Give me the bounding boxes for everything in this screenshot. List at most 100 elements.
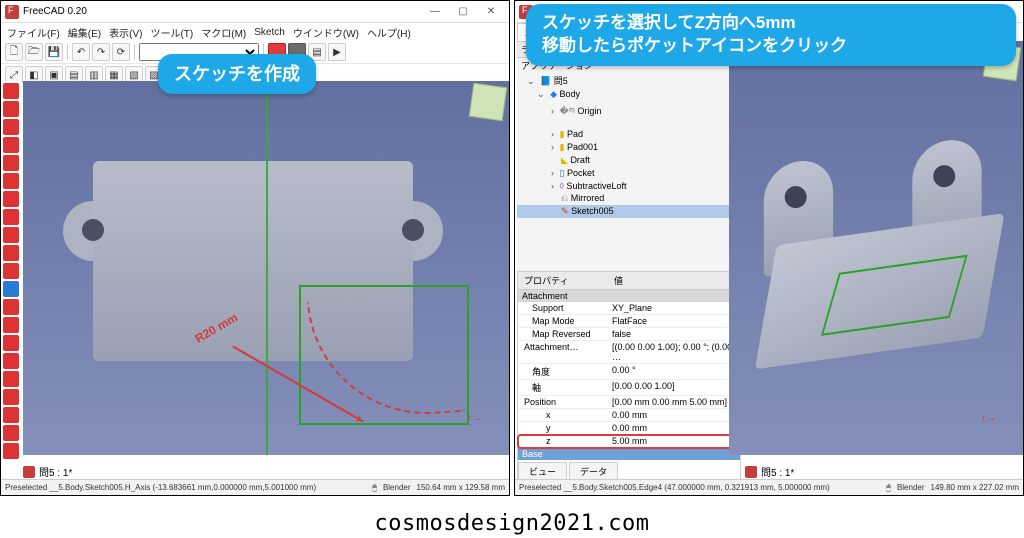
tree-item-pad001[interactable]: ▮ Pad001 [517,141,740,154]
prop-row-y[interactable]: y0.00 mm [518,422,740,435]
annotation-text: スケッチを選択してZ方向へ5mm 移動したらポケットアイコンをクリック [542,13,847,55]
slot-tool-icon[interactable] [3,191,19,207]
undo-button[interactable]: ↶ [72,43,90,61]
polyline-tool-icon[interactable] [3,173,19,189]
tree-item-pocket[interactable]: ▯ Pocket [517,167,740,180]
tree-item-label: SubtractiveLoft [566,181,626,191]
property-group-attachment: Attachment [518,290,740,302]
extend-tool-icon[interactable] [3,245,19,261]
property-panel: プロパティ 値 Attachment SupportXY_Plane Map M… [517,271,741,481]
sketch-tools-strip [2,81,22,471]
property-header-value: 値 [608,272,629,289]
refresh-button[interactable]: ⟳ [112,43,130,61]
menu-tools[interactable]: ツール(T) [150,25,193,40]
tree-item-label: Origin [577,106,601,116]
statusbar: Preselected __5.Body.Sketch005.H_Axis (-… [1,479,509,495]
menu-view[interactable]: 表示(V) [109,25,142,40]
prop-row-position[interactable]: Position[0.00 mm 0.00 mm 5.00 mm] [518,396,740,409]
tree-item-subloft[interactable]: ◊ SubtractiveLoft [517,180,740,192]
3d-viewport[interactable]: R20 mm [23,81,509,455]
menu-file[interactable]: ファイル(F) [7,25,60,40]
maximize-button[interactable] [449,3,477,21]
save-button[interactable]: 💾 [45,43,63,61]
doc-tab-icon [745,466,757,478]
3d-viewport-iso[interactable] [729,41,1023,455]
prop-tab-view[interactable]: ビュー [518,462,567,480]
constraint-parallel-icon[interactable] [3,371,19,387]
construction-toggle-icon[interactable] [3,281,19,297]
constraint-vertical-icon[interactable] [3,335,19,351]
status-preselect: Preselected __5.Body.Sketch005.H_Axis (-… [5,483,316,492]
doc-tab-label[interactable]: 問5 : 1* [39,464,72,479]
tree-item-label: Mirrored [571,193,605,203]
tree-item-label: Pocket [567,168,595,178]
constraint-horizontal-icon[interactable] [3,353,19,369]
redo-button[interactable]: ↷ [92,43,110,61]
mouse-style-icon[interactable]: 🖱 [886,483,891,493]
tree-item-sketch005[interactable]: ✎ Sketch005 [517,205,740,218]
status-size: 150.64 mm x 129.58 mm [417,483,505,492]
property-header: プロパティ 値 [518,272,740,290]
separator [67,44,68,60]
menu-window[interactable]: ウインドウ(W) [293,25,359,40]
mouse-style-icon[interactable]: 🖱 [372,483,377,493]
prop-row-axis[interactable]: 軸[0.00 0.00 1.00] [518,380,740,396]
constraint-equal-icon[interactable] [3,425,19,441]
tree-item-pad[interactable]: ▮ Pad [517,128,740,141]
navigation-cube[interactable] [469,83,507,121]
constraint-symmetric-icon[interactable] [3,443,19,459]
document-tabs: 問5 : 1* [23,464,72,479]
constraint-tangent-icon[interactable] [3,407,19,423]
tree-document[interactable]: 📘 問5 [517,73,740,88]
status-preselect: Preselected __5.Body.Sketch005.Edge4 (47… [519,483,830,492]
prop-tab-data[interactable]: データ [569,462,618,480]
menu-macro[interactable]: マクロ(M) [201,25,246,40]
minimize-button[interactable] [421,3,449,21]
prop-row-x[interactable]: x0.00 mm [518,409,740,422]
fillet-tool-icon[interactable] [3,209,19,225]
rectangle-tool-icon[interactable] [3,155,19,171]
constraint-coincident-icon[interactable] [3,299,19,315]
tree-item-mirrored[interactable]: ⎌ Mirrored [517,192,740,205]
close-button[interactable] [477,3,505,21]
axis-triad-icon [981,413,1017,449]
prop-row-angle[interactable]: 角度0.00 ° [518,364,740,380]
macro-play-button[interactable]: ▶ [328,43,346,61]
document-tabs: 問5 : 1* [745,464,794,479]
property-header-key: プロパティ [518,272,608,289]
sketch-v-axis[interactable] [266,81,268,455]
menu-help[interactable]: ヘルプ(H) [367,25,411,40]
tree-document-label: 問5 [554,76,568,86]
freecad-logo-icon [5,5,19,19]
external-geom-icon[interactable] [3,263,19,279]
line-tool-icon[interactable] [3,101,19,117]
trim-tool-icon[interactable] [3,227,19,243]
prop-row-maprev[interactable]: Map Reversedfalse [518,328,740,341]
constraint-pointon-icon[interactable] [3,317,19,333]
callout-tail-icon [586,54,610,78]
status-renderer[interactable]: Blender [897,483,925,492]
part-hole-right [402,219,424,241]
model-iso-view [734,114,1024,388]
circle-tool-icon[interactable] [3,137,19,153]
prop-row-support[interactable]: SupportXY_Plane [518,302,740,315]
part-hole-left [82,219,104,241]
tree-item-origin[interactable]: �སּ Origin [517,101,740,128]
menu-edit[interactable]: 編集(E) [68,25,101,40]
prop-row-z-highlighted[interactable]: z5.00 mm [518,435,740,448]
status-renderer[interactable]: Blender [383,483,411,492]
prop-row-mapmode[interactable]: Map ModeFlatFace [518,315,740,328]
menu-sketch[interactable]: Sketch [254,27,285,38]
tree-item-label: Body [560,89,581,99]
new-file-button[interactable]: 🗋 [5,43,23,61]
doc-tab-label[interactable]: 問5 : 1* [761,464,794,479]
tree-item-body[interactable]: ◆ Body [517,88,740,101]
constraint-perpendicular-icon[interactable] [3,389,19,405]
point-tool-icon[interactable] [3,83,19,99]
prop-row-attoff[interactable]: Attachment…[(0.00 0.00 1.00); 0.00 °; (0… [518,341,740,364]
tree-item-draft[interactable]: ◣ Draft [517,154,740,167]
open-file-button[interactable]: 🗁 [25,43,43,61]
property-tabs: ビュー データ [518,460,740,480]
menubar: ファイル(F) 編集(E) 表示(V) ツール(T) マクロ(M) Sketch… [1,23,509,41]
arc-tool-icon[interactable] [3,119,19,135]
